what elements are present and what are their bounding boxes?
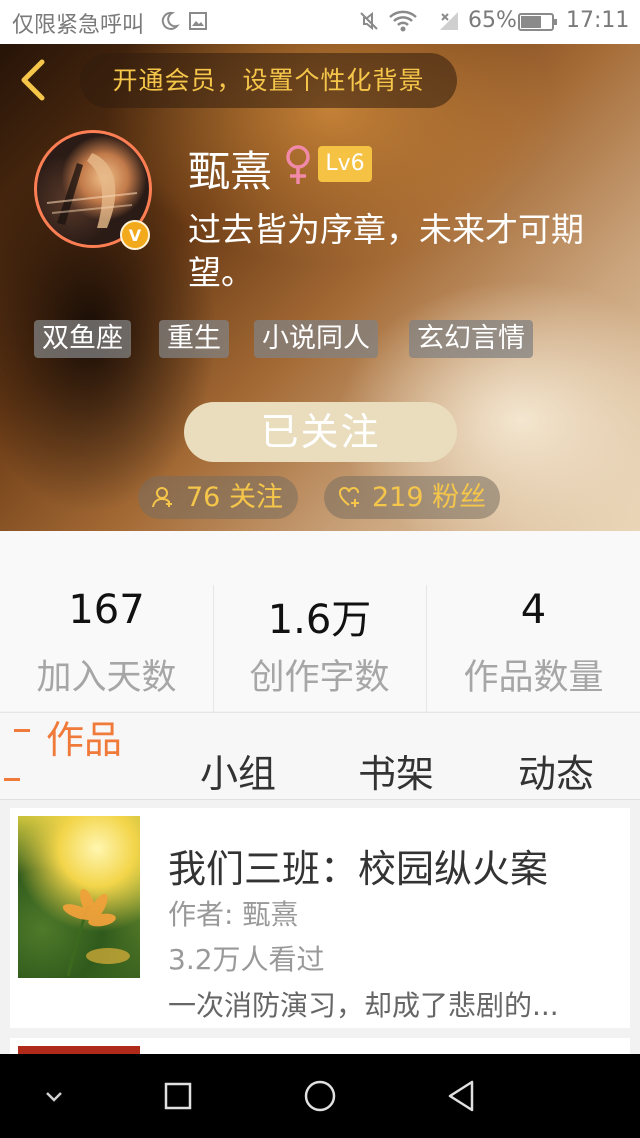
stat-join-days: 167 加入天数 — [0, 531, 213, 711]
stats-panel: 167 加入天数 1.6万 创作字数 4 作品数量 — [0, 531, 640, 723]
following-count: 76 关注 — [186, 482, 283, 513]
triangle-back-icon[interactable] — [442, 1076, 482, 1116]
tag-item: 玄幻言情 — [409, 320, 533, 358]
following-count-button[interactable]: 76 关注 — [138, 476, 298, 519]
followers-count-button[interactable]: 219 粉丝 — [324, 476, 500, 519]
battery-percent: 65% — [468, 8, 517, 33]
wifi-icon — [389, 10, 417, 32]
work-title[interactable]: 我们三班：校园纵火案 — [168, 838, 548, 893]
work-description: 一次消防演习，却成了悲剧的... — [168, 989, 559, 1022]
circle-icon[interactable] — [300, 1076, 340, 1116]
work-cover-image[interactable] — [18, 816, 140, 978]
user-add-icon — [152, 487, 172, 508]
tag-item: 双鱼座 — [34, 320, 131, 358]
flower-image — [62, 888, 130, 977]
back-icon[interactable] — [16, 58, 50, 102]
tag-item: 重生 — [159, 320, 229, 358]
tab-indicator — [14, 729, 30, 732]
level-badge: Lv6 — [318, 146, 372, 182]
stat-label: 创作字数 — [249, 658, 390, 698]
work-author: 作者: 甄熹 — [168, 898, 299, 931]
stat-label: 作品数量 — [463, 658, 604, 698]
square-icon[interactable] — [158, 1076, 198, 1116]
work-cover-image[interactable] — [18, 1046, 140, 1054]
tab-indicator — [4, 778, 20, 781]
verified-badge: V — [120, 220, 150, 250]
signal-icon — [440, 12, 458, 30]
battery-icon — [518, 13, 557, 31]
tab-bar: 作品 小组 书架 动态 — [0, 712, 640, 800]
moon-icon — [161, 11, 180, 30]
username: 甄熹 — [188, 147, 273, 196]
stat-word-count: 1.6万 创作字数 — [213, 531, 426, 711]
stat-value: 1.6万 — [267, 597, 372, 643]
follow-button[interactable]: 已关注 — [184, 402, 457, 462]
image-icon — [189, 12, 207, 30]
tag-item: 小说同人 — [254, 320, 378, 358]
tab-bookshelf[interactable]: 书架 — [358, 743, 434, 798]
female-icon — [286, 145, 310, 184]
member-background-banner[interactable]: 开通会员，设置个性化背景 — [80, 53, 457, 108]
mute-icon — [360, 11, 378, 31]
tab-groups[interactable]: 小组 — [200, 743, 276, 798]
stat-value: 167 — [68, 587, 145, 633]
stat-works-count: 4 作品数量 — [427, 531, 640, 711]
heart-add-icon — [339, 486, 359, 507]
stat-label: 加入天数 — [36, 658, 177, 698]
followers-count: 219 粉丝 — [372, 482, 487, 513]
work-views: 3.2万人看过 — [168, 943, 325, 976]
user-bio: 过去皆为序章，未来才可期望。 — [188, 210, 584, 292]
tab-works[interactable]: 作品 — [46, 709, 122, 764]
carrier-text: 仅限紧急呼叫 — [12, 13, 145, 38]
stat-value: 4 — [520, 587, 547, 633]
chevron-down-icon[interactable] — [34, 1076, 74, 1116]
tab-activity[interactable]: 动态 — [518, 743, 594, 798]
clock: 17:11 — [566, 8, 630, 33]
status-bar: 仅限紧急呼叫 65% 17:11 — [0, 0, 640, 44]
